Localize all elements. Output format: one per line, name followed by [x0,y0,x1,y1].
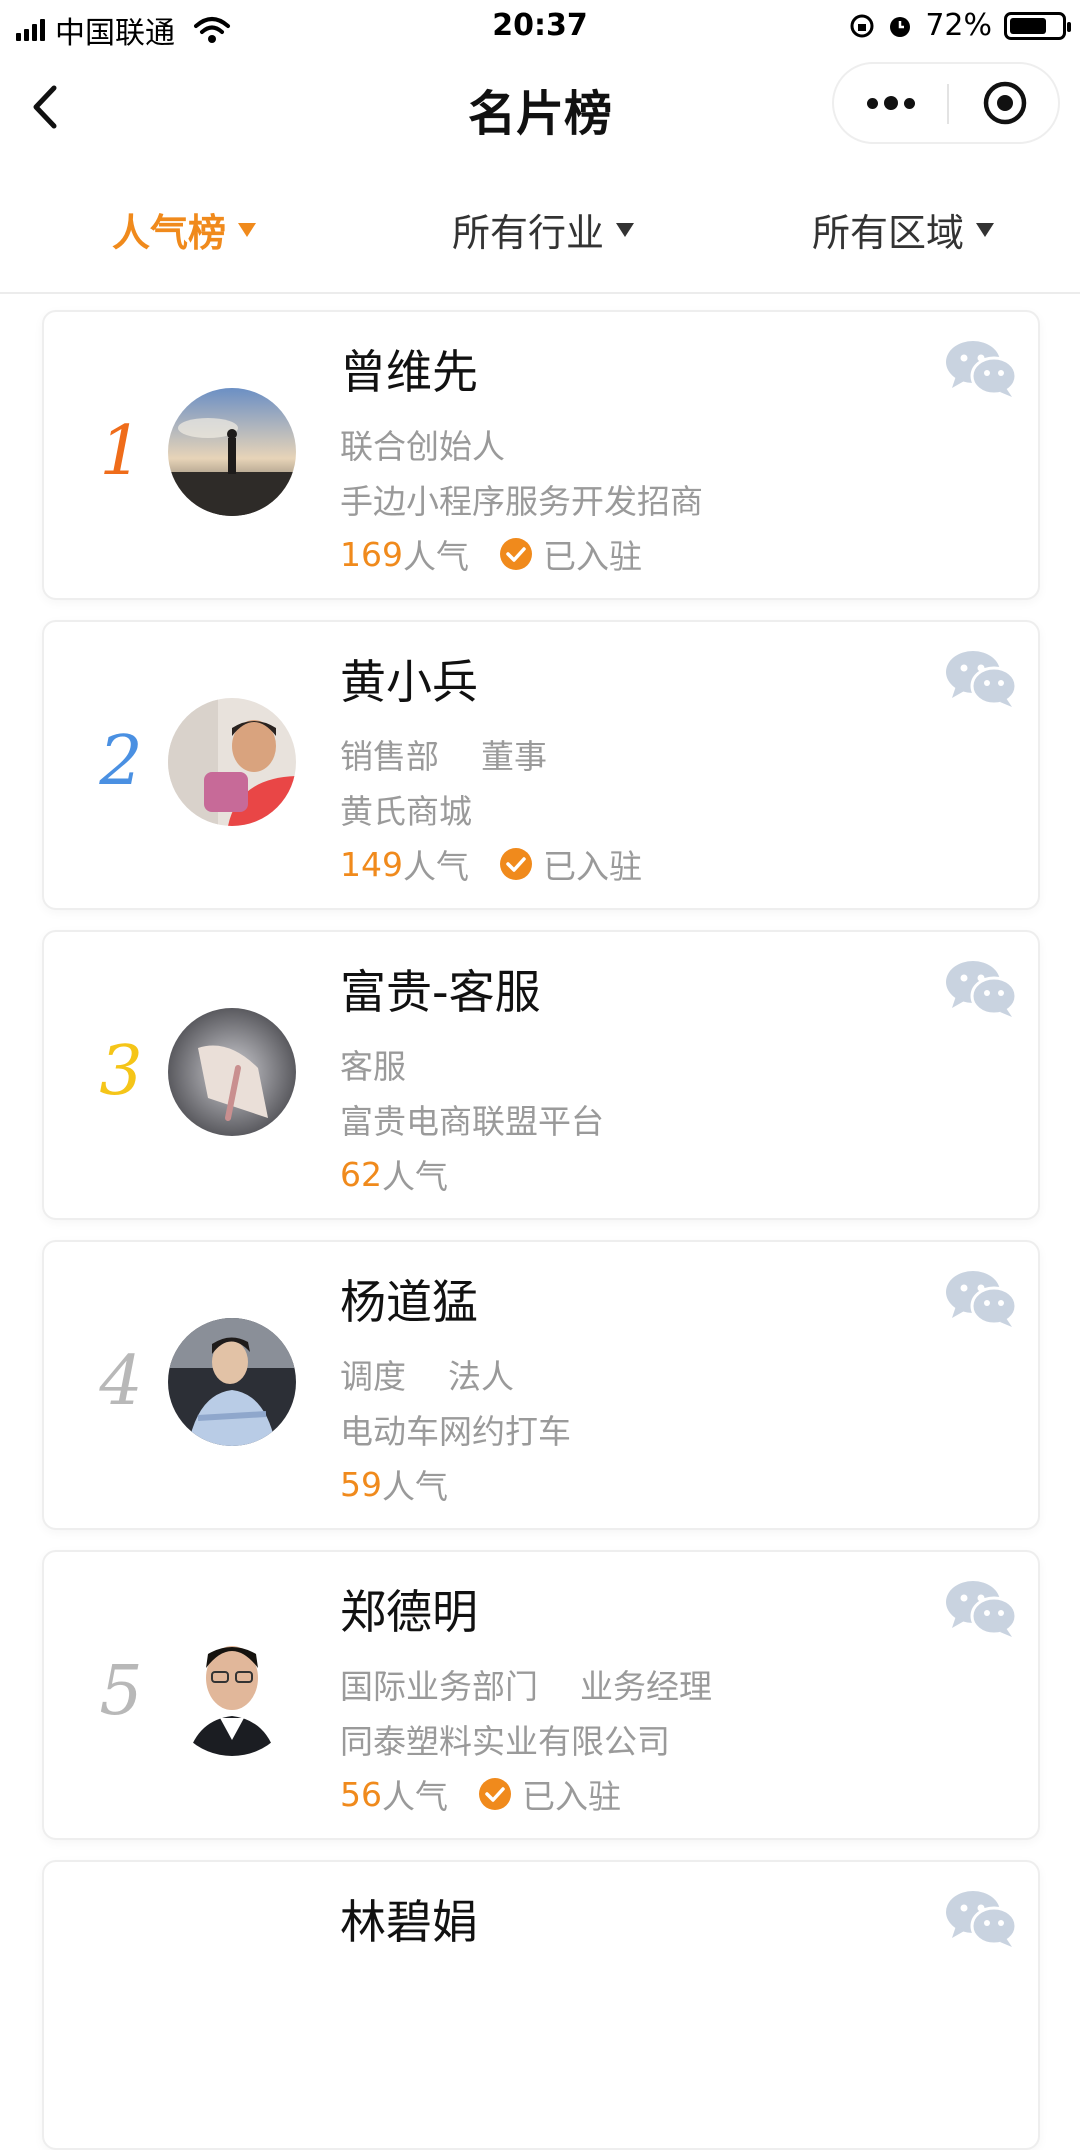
card-position: 销售部 董事 [340,737,547,776]
close-button[interactable] [949,64,1060,142]
card-stats: 56 人气 已入驻 [340,1770,621,1818]
nav-bar: 名片榜 [0,52,1080,162]
status-bar: 中国联通 20:37 72% [0,0,1080,52]
card-company: 黄氏商城 [340,792,472,831]
popularity-suffix: 人气 [382,1777,448,1816]
wechat-icon[interactable] [944,958,1018,1018]
card-company: 同泰塑料实业有限公司 [340,1722,670,1761]
card-position: 调度 法人 [340,1357,514,1396]
card-position: 联合创始人 [340,427,505,466]
card-item[interactable]: 3 富贵-客服 客服 富贵电商联盟平台 62 人气 [42,930,1040,1220]
dropdown-arrow-icon [238,222,257,237]
card-name: 富贵-客服 [340,965,541,1019]
popularity-suffix: 人气 [382,1467,448,1506]
wechat-icon[interactable] [944,1578,1018,1638]
rotation-lock-icon [850,14,874,37]
popularity-count: 56 [340,1774,382,1814]
card-stats: 149 人气 已入驻 [340,840,642,888]
alarm-icon [890,16,911,37]
card-stats: 169 人气 已入驻 [340,530,642,578]
card-name: 曾维先 [340,345,478,399]
popularity-suffix: 人气 [403,537,469,576]
card-item[interactable]: 4 杨道猛 调度 法人 电动车网约打车 59 人气 [42,1240,1040,1530]
verified-badge: 已入驻 [499,840,642,888]
card-name: 杨道猛 [340,1275,478,1329]
filter-label: 人气榜 [112,211,227,255]
filter-industry[interactable]: 所有行业 [452,202,635,257]
battery-icon [1004,11,1071,40]
rank-number: 4 [99,1342,143,1421]
check-circle-icon [479,1778,511,1810]
card-position: 国际业务部门 业务经理 [340,1667,712,1706]
check-circle-icon [500,538,532,570]
card-name: 黄小兵 [340,655,478,709]
wechat-icon[interactable] [944,1888,1018,1948]
mini-program-capsule [832,62,1060,144]
filter-popularity[interactable]: 人气榜 [112,202,257,257]
filter-region[interactable]: 所有区域 [812,202,995,257]
verified-badge: 已入驻 [478,1770,621,1818]
wechat-icon[interactable] [944,1268,1018,1328]
card-company: 手边小程序服务开发招商 [340,482,703,521]
avatar[interactable] [168,388,296,516]
filter-label: 所有行业 [452,211,605,255]
popularity-suffix: 人气 [403,847,469,886]
popularity-count: 169 [340,534,403,574]
status-right: 72% [849,8,1071,43]
card-item[interactable]: 2 黄小兵 销售部 董事 黄氏商城 149 人气 已入驻 [42,620,1040,910]
popularity-suffix: 人气 [382,1157,448,1196]
card-position: 客服 [340,1047,406,1086]
filter-bar: 人气榜 所有行业 所有区域 [0,162,1080,294]
rank-number: 2 [99,722,143,801]
verified-label: 已入驻 [543,847,642,886]
filter-label: 所有区域 [812,211,965,255]
card-item[interactable]: 5 郑德明 国际业务部门 业务经理 同泰塑料实业有限公司 56 人气 已入驻 [42,1550,1040,1840]
card-company: 富贵电商联盟平台 [340,1102,604,1141]
check-circle-icon [500,848,532,880]
card-stats: 59 人气 [340,1460,448,1508]
avatar[interactable] [168,1318,296,1446]
avatar[interactable] [168,698,296,826]
battery-percent: 72% [925,8,992,43]
target-close-icon [983,81,1026,125]
more-button[interactable] [834,64,947,142]
battery-fill [1010,17,1046,34]
dropdown-arrow-icon [616,222,635,237]
card-company: 电动车网约打车 [340,1412,571,1451]
verified-label: 已入驻 [543,537,642,576]
card-item[interactable]: 1 曾维先 联合创始人 手边小程序服务开发招商 169 人气 已入驻 [42,310,1040,600]
card-name: 林碧娟 [340,1895,478,1949]
card-name: 郑德明 [340,1585,478,1639]
verified-badge: 已入驻 [499,530,642,578]
verified-label: 已入驻 [522,1777,621,1816]
popularity-count: 149 [340,844,403,884]
popularity-count: 62 [340,1154,382,1194]
dropdown-arrow-icon [976,222,995,237]
avatar[interactable] [168,1008,296,1136]
popularity-count: 59 [340,1464,382,1504]
avatar[interactable] [168,1628,296,1756]
wechat-icon[interactable] [944,338,1018,398]
card-stats: 62 人气 [340,1150,448,1198]
rank-number: 3 [99,1032,143,1111]
wechat-icon[interactable] [944,648,1018,708]
card-item[interactable]: 林碧娟 [42,1860,1040,2150]
rank-number: 1 [99,412,143,491]
rank-number: 5 [99,1652,143,1731]
